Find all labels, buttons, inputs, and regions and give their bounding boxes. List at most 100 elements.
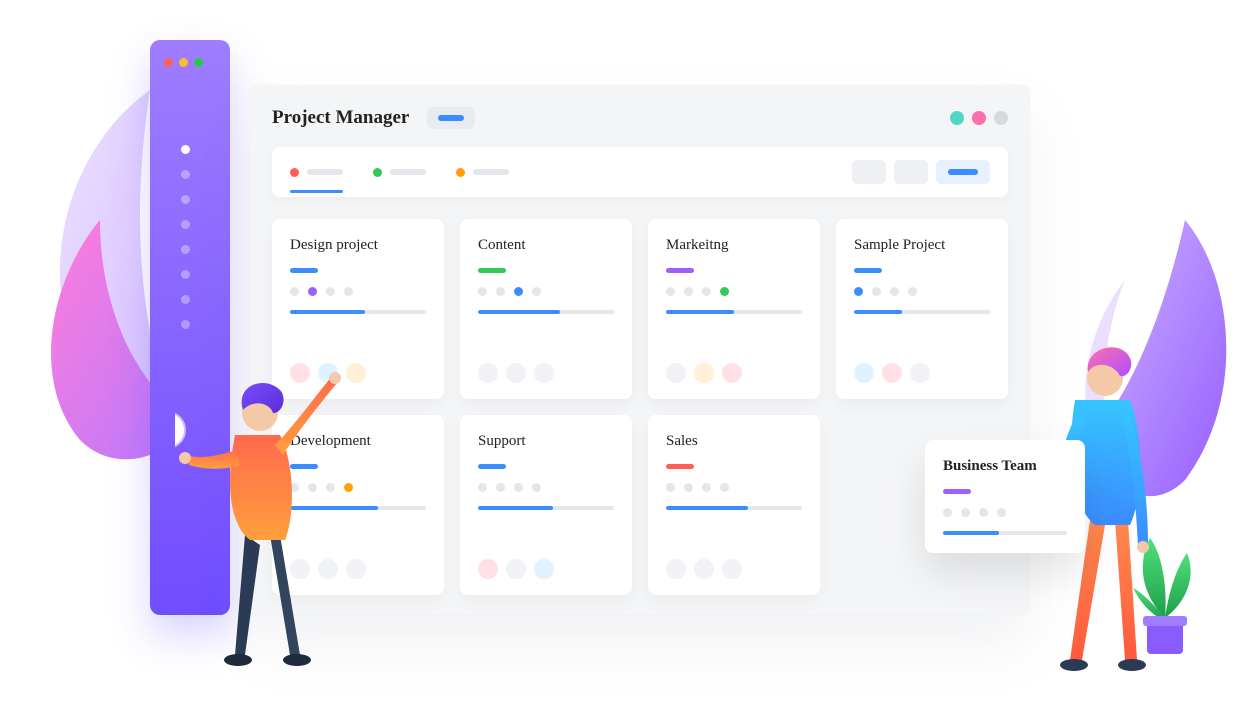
progress-bar xyxy=(943,531,1067,535)
window-close-icon[interactable] xyxy=(164,58,173,67)
status-dots xyxy=(290,287,426,296)
status-dots xyxy=(666,483,802,492)
project-card-title: Support xyxy=(478,433,614,450)
avatar-chip[interactable] xyxy=(666,363,686,383)
avatar-chip[interactable] xyxy=(478,363,498,383)
sidebar-item[interactable] xyxy=(165,187,216,212)
progress-bar xyxy=(478,310,614,314)
accent-bar xyxy=(666,464,694,469)
avatar-chip[interactable] xyxy=(534,363,554,383)
tab-label-placeholder xyxy=(307,169,343,175)
accent-bar xyxy=(854,268,882,273)
avatar-chip[interactable] xyxy=(694,363,714,383)
sidebar-item[interactable] xyxy=(165,262,216,287)
status-dots xyxy=(666,287,802,296)
avatar-chip[interactable] xyxy=(854,363,874,383)
filter-tab[interactable] xyxy=(456,152,509,193)
avatar-chip[interactable] xyxy=(346,559,366,579)
project-card[interactable]: Support xyxy=(460,415,632,595)
header: Project Manager xyxy=(272,107,1008,129)
header-action-button[interactable] xyxy=(427,107,475,129)
project-card-title: Sample Project xyxy=(854,237,990,254)
member-chips xyxy=(666,559,802,579)
illustration-person-pointing xyxy=(175,335,345,680)
status-dots xyxy=(478,483,614,492)
avatar-chip[interactable] xyxy=(534,559,554,579)
nav-dot-icon xyxy=(181,145,190,154)
window-minimize-icon[interactable] xyxy=(179,58,188,67)
accent-bar xyxy=(943,489,971,494)
member-chips xyxy=(854,363,990,383)
avatar[interactable] xyxy=(994,111,1008,125)
filter-actions xyxy=(852,160,990,184)
accent-bar xyxy=(478,268,506,273)
project-card-title: Business Team xyxy=(943,458,1067,475)
sidebar-item[interactable] xyxy=(165,237,216,262)
project-card-title: Content xyxy=(478,237,614,254)
status-dots xyxy=(854,287,990,296)
main-window: Project Manager Design projectContentMar… xyxy=(250,85,1030,615)
status-dot-icon xyxy=(456,168,465,177)
avatar[interactable] xyxy=(972,111,986,125)
floating-project-card[interactable]: Business Team xyxy=(925,440,1085,553)
progress-bar xyxy=(478,506,614,510)
tab-label-placeholder xyxy=(473,169,509,175)
progress-bar xyxy=(666,310,802,314)
nav-dot-icon xyxy=(181,320,190,329)
avatar-chip[interactable] xyxy=(506,363,526,383)
progress-bar xyxy=(854,310,990,314)
progress-bar xyxy=(666,506,802,510)
window-controls xyxy=(164,58,203,67)
window-zoom-icon[interactable] xyxy=(194,58,203,67)
tab-label-placeholder xyxy=(390,169,426,175)
sidebar-item[interactable] xyxy=(165,287,216,312)
avatar[interactable] xyxy=(950,111,964,125)
status-dots xyxy=(478,287,614,296)
sidebar-item[interactable] xyxy=(165,137,216,162)
nav-dot-icon xyxy=(181,245,190,254)
project-card[interactable]: Content xyxy=(460,219,632,399)
avatar-chip[interactable] xyxy=(882,363,902,383)
member-chips xyxy=(478,559,614,579)
sidebar-item[interactable] xyxy=(165,312,216,337)
project-card[interactable]: Markeitng xyxy=(648,219,820,399)
project-grid: Design projectContentMarkeitngSample Pro… xyxy=(272,219,1008,595)
status-dots xyxy=(943,508,1067,517)
avatar-chip[interactable] xyxy=(694,559,714,579)
status-dot-icon xyxy=(373,168,382,177)
avatar-chip[interactable] xyxy=(722,363,742,383)
accent-bar xyxy=(478,464,506,469)
avatar-chip[interactable] xyxy=(910,363,930,383)
member-chips xyxy=(478,363,614,383)
avatar-chip[interactable] xyxy=(666,559,686,579)
project-card-title: Sales xyxy=(666,433,802,450)
filter-primary-button[interactable] xyxy=(936,160,990,184)
project-card[interactable]: Sales xyxy=(648,415,820,595)
nav-dot-icon xyxy=(181,295,190,304)
avatar-chip[interactable] xyxy=(478,559,498,579)
avatar-chip[interactable] xyxy=(506,559,526,579)
filter-button[interactable] xyxy=(852,160,886,184)
page-title: Project Manager xyxy=(272,107,409,129)
sidebar-item[interactable] xyxy=(165,212,216,237)
filter-button[interactable] xyxy=(894,160,928,184)
filter-tab[interactable] xyxy=(290,152,343,193)
filter-tabs xyxy=(290,152,509,193)
nav-dot-icon xyxy=(181,195,190,204)
nav-dot-icon xyxy=(181,220,190,229)
header-avatars xyxy=(950,111,1008,125)
nav-dot-icon xyxy=(181,270,190,279)
accent-bar xyxy=(290,268,318,273)
project-card-title: Markeitng xyxy=(666,237,802,254)
nav-dot-icon xyxy=(181,170,190,179)
filter-bar xyxy=(272,147,1008,197)
filter-tab[interactable] xyxy=(373,152,426,193)
avatar-chip[interactable] xyxy=(722,559,742,579)
sidebar-item[interactable] xyxy=(165,162,216,187)
avatar-chip[interactable] xyxy=(346,363,366,383)
status-dot-icon xyxy=(290,168,299,177)
member-chips xyxy=(666,363,802,383)
progress-bar xyxy=(290,310,426,314)
accent-bar xyxy=(666,268,694,273)
project-card[interactable]: Sample Project xyxy=(836,219,1008,399)
